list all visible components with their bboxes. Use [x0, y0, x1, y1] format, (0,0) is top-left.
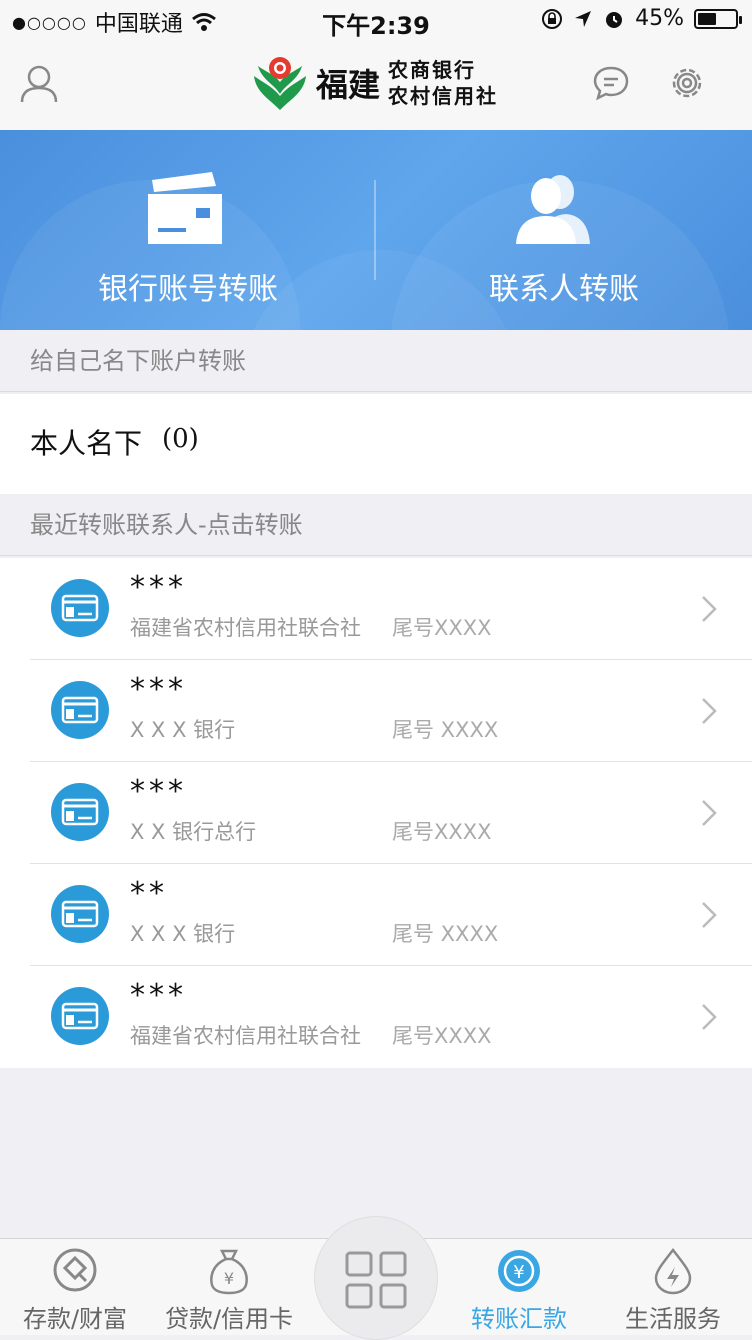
- bank-logo-icon: [254, 57, 306, 110]
- user-icon[interactable]: [20, 64, 58, 104]
- svg-text:¥: ¥: [513, 1262, 524, 1283]
- contact-name: ***: [130, 978, 187, 1013]
- battery-icon: [694, 8, 742, 29]
- contact-account-tail: 尾号 XXXX: [392, 922, 499, 946]
- transfer-banner: 银行账号转账 联系人转账: [0, 130, 752, 330]
- logo-text-main: 福建: [316, 66, 381, 104]
- bank-card-icon: [51, 987, 109, 1045]
- contact-transfer-button[interactable]: 联系人转账: [376, 130, 752, 330]
- grid-menu-icon: [345, 1251, 407, 1309]
- recent-contacts-list: *** 福建省农村信用社联合社 尾号XXXX *** X X X 银行 尾号 X…: [0, 558, 752, 1068]
- contact-row[interactable]: *** X X 银行总行 尾号XXXX: [0, 762, 752, 864]
- logo-line-1: 农商银行: [388, 58, 477, 82]
- bank-card-icon: [51, 579, 109, 637]
- contact-bank: 福建省农村信用社联合社: [130, 1024, 361, 1048]
- chevron-right-icon: [702, 698, 717, 724]
- life-services-drop-icon: [654, 1247, 692, 1295]
- chevron-right-icon: [702, 800, 717, 826]
- status-bar: ●○○○○ 中国联通 下午2:39 45%: [0, 0, 752, 40]
- contact-name: **: [130, 876, 168, 911]
- contact-row[interactable]: *** 福建省农村信用社联合社 尾号XXXX: [0, 558, 752, 660]
- contact-bank: X X X 银行: [130, 922, 236, 946]
- transfer-yuan-icon: ¥: [498, 1250, 540, 1292]
- tab-life-services[interactable]: 生活服务: [598, 1239, 748, 1335]
- logo-text-sub: 农商银行 农村信用社: [388, 57, 498, 109]
- tab-label: 生活服务: [625, 1305, 721, 1333]
- rotation-lock-icon: [542, 8, 563, 29]
- contact-row[interactable]: *** X X X 银行 尾号 XXXX: [0, 660, 752, 762]
- bank-card-icon: [51, 681, 109, 739]
- tab-loan-credit-card[interactable]: ¥ 贷款/信用卡: [154, 1239, 304, 1335]
- bank-account-transfer-label: 银行账号转账: [98, 272, 278, 307]
- status-right: 45%: [541, 6, 742, 31]
- bank-card-icon: [148, 172, 222, 244]
- contact-account-tail: 尾号 XXXX: [392, 718, 499, 742]
- contact-name: ***: [130, 570, 187, 605]
- tab-label: 贷款/信用卡: [164, 1305, 294, 1333]
- money-bag-icon: ¥: [210, 1249, 248, 1295]
- location-icon: [575, 10, 592, 27]
- message-icon[interactable]: [592, 64, 630, 102]
- bank-logo: 福建 农商银行 农村信用社: [252, 54, 498, 112]
- chevron-right-icon: [702, 902, 717, 928]
- contact-transfer-label: 联系人转账: [489, 272, 639, 307]
- bank-card-icon: [51, 783, 109, 841]
- chevron-right-icon: [702, 596, 717, 622]
- own-accounts-row[interactable]: 本人名下 (0): [0, 394, 752, 495]
- own-accounts-count: (0): [162, 424, 199, 454]
- battery-percent: 45%: [635, 6, 684, 31]
- own-accounts-section-header: 给自己名下账户转账: [0, 330, 752, 392]
- tab-label: 转账汇款: [471, 1305, 567, 1333]
- chevron-right-icon: [702, 1004, 717, 1030]
- svg-text:¥: ¥: [224, 1269, 234, 1288]
- bank-account-transfer-button[interactable]: 银行账号转账: [0, 130, 376, 330]
- tab-transfer-remittance[interactable]: ¥ 转账汇款: [444, 1239, 594, 1335]
- contact-account-tail: 尾号XXXX: [392, 1024, 492, 1048]
- contact-bank: X X 银行总行: [130, 820, 257, 844]
- contact-name: ***: [130, 672, 187, 707]
- contact-bank: 福建省农村信用社联合社: [130, 616, 361, 640]
- tab-deposit-wealth[interactable]: 存款/财富: [0, 1239, 150, 1335]
- contact-bank: X X X 银行: [130, 718, 236, 742]
- recent-contacts-section-header: 最近转账联系人-点击转账: [0, 494, 752, 556]
- center-menu-button[interactable]: [314, 1216, 438, 1340]
- contact-row[interactable]: *** 福建省农村信用社联合社 尾号XXXX: [0, 966, 752, 1068]
- contact-name: ***: [130, 774, 187, 809]
- alarm-icon: [606, 11, 623, 28]
- tab-label: 存款/财富: [22, 1305, 128, 1333]
- contacts-icon: [516, 175, 590, 244]
- deposit-wealth-icon: [53, 1248, 97, 1292]
- settings-gear-icon[interactable]: [668, 64, 706, 102]
- contact-row[interactable]: ** X X X 银行 尾号 XXXX: [0, 864, 752, 966]
- own-accounts-label: 本人名下: [30, 427, 143, 460]
- app-header: 福建 农商银行 农村信用社: [0, 40, 752, 131]
- contact-account-tail: 尾号XXXX: [392, 820, 492, 844]
- contact-account-tail: 尾号XXXX: [392, 616, 492, 640]
- logo-line-2: 农村信用社: [388, 84, 499, 108]
- bank-card-icon: [51, 885, 109, 943]
